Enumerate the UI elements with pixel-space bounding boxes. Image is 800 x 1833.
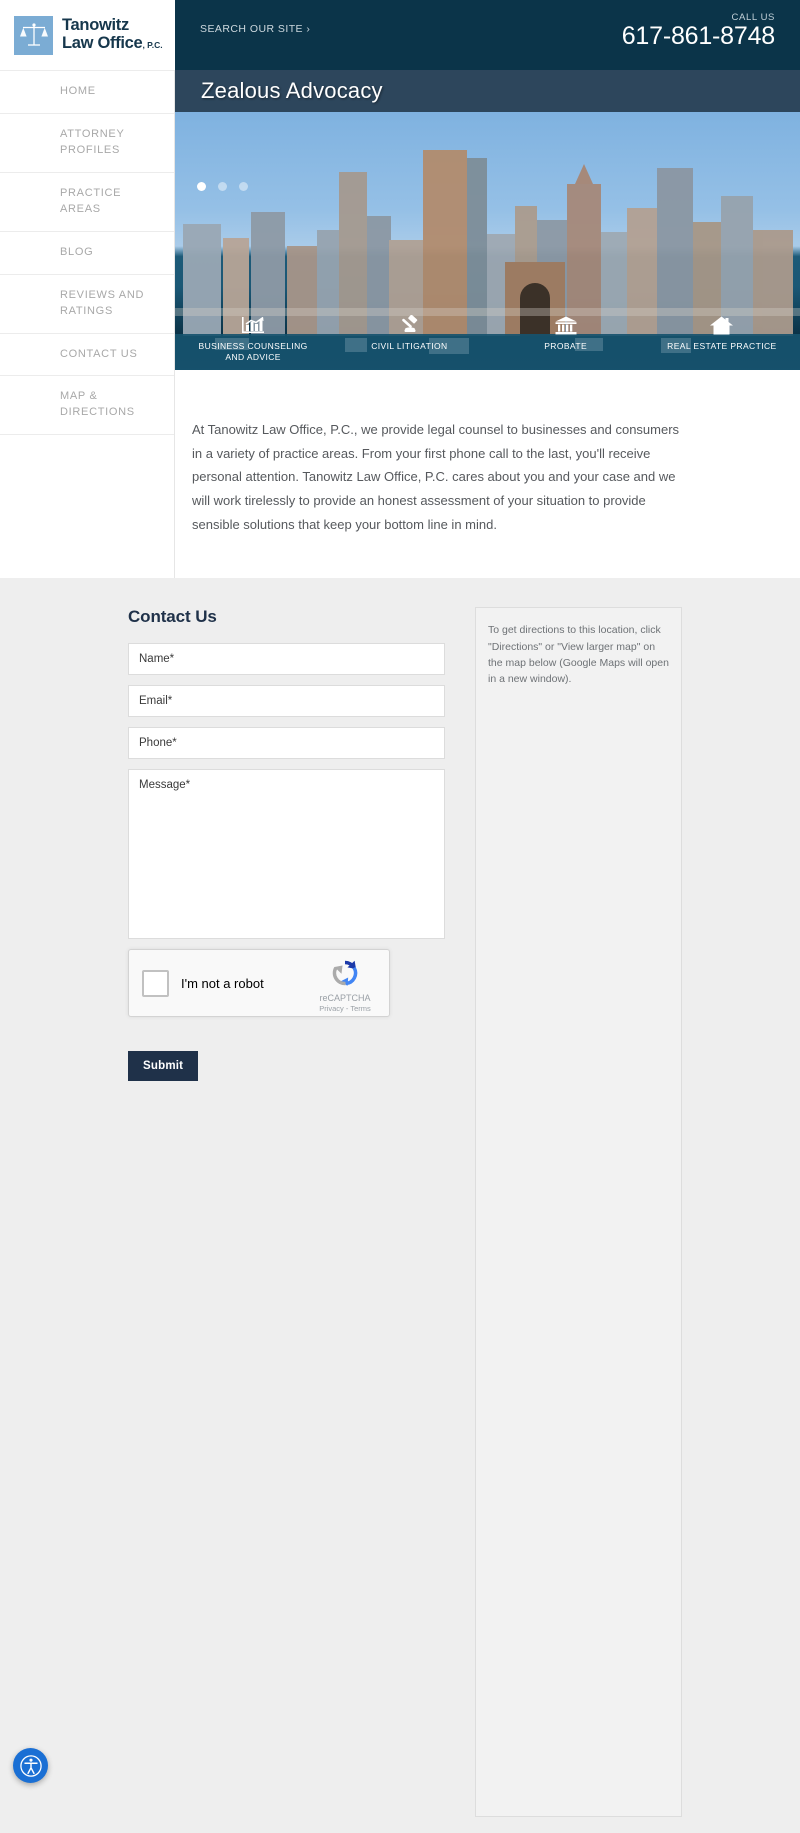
sidebar-item-label: PRACTICE AREAS (60, 186, 122, 215)
sidebar-item-label: BLOG (60, 245, 94, 258)
main-column: Zealous Advocacy BUSINESS COUNSELING AND… (175, 70, 800, 579)
practice-area-label: BUSINESS COUNSELING AND ADVICE (198, 341, 308, 363)
sidebar-item-home[interactable]: HOME (0, 70, 174, 114)
recaptcha-logo-icon (332, 961, 358, 986)
practice-area-label: CIVIL LITIGATION (371, 341, 448, 351)
sidebar-item-label: ATTORNEY PROFILES (60, 127, 125, 156)
contact-section: Contact Us I'm not a robot reCAPTCHA Pri… (0, 578, 800, 1833)
sidebar-item-label: MAP & DIRECTIONS (60, 390, 135, 419)
practice-area-label: PROBATE (544, 341, 588, 351)
directions-text: To get directions to this location, clic… (488, 624, 669, 686)
page-columns: HOME ATTORNEY PROFILES PRACTICE AREAS BL… (0, 70, 800, 579)
slider-dot-3[interactable] (239, 182, 248, 191)
sidebar-item-label: CONTACT US (60, 347, 138, 360)
practice-area-probate[interactable]: PROBATE (488, 310, 644, 370)
logo-line-2: Law Office (62, 34, 143, 52)
sidebar-item-label: REVIEWS AND RATINGS (60, 288, 145, 317)
sidebar-item-attorney-profiles[interactable]: ATTORNEY PROFILES (0, 114, 174, 173)
bar-chart-icon (242, 314, 265, 336)
recaptcha-branding: reCAPTCHA Privacy - Terms (312, 959, 378, 1013)
accessibility-button[interactable] (13, 1748, 48, 1783)
submit-button[interactable]: Submit (128, 1051, 199, 1082)
accessibility-icon (19, 1754, 42, 1777)
sidebar-item-blog[interactable]: BLOG (0, 232, 174, 275)
practice-area-civil-litigation[interactable]: CIVIL LITIGATION (331, 310, 487, 370)
slider-dot-2[interactable] (218, 182, 227, 191)
hero-title: Zealous Advocacy (201, 78, 383, 103)
name-field[interactable] (128, 643, 445, 676)
site-header: Tanowitz Law Office, P.C. SEARCH OUR SIT… (0, 0, 800, 70)
directions-box: To get directions to this location, clic… (475, 607, 682, 1818)
email-field[interactable] (128, 685, 445, 718)
hero-title-bar: Zealous Advocacy (175, 70, 800, 112)
logo-wordmark: Tanowitz Law Office, P.C. (62, 16, 163, 53)
recaptcha-widget[interactable]: I'm not a robot reCAPTCHA Privacy - Term… (128, 949, 390, 1018)
sidebar-item-contact-us[interactable]: CONTACT US (0, 334, 174, 377)
recaptcha-privacy-terms[interactable]: Privacy - Terms (312, 1004, 378, 1013)
sidebar-nav: HOME ATTORNEY PROFILES PRACTICE AREAS BL… (0, 70, 175, 579)
logo-line-1: Tanowitz (62, 16, 129, 35)
slider-dots[interactable] (197, 182, 248, 191)
practice-area-real-estate[interactable]: REAL ESTATE PRACTICE (644, 310, 800, 370)
search-site-link[interactable]: SEARCH OUR SITE › (200, 23, 310, 35)
practice-area-label: REAL ESTATE PRACTICE (667, 341, 777, 351)
sidebar-item-map-and-directions[interactable]: MAP & DIRECTIONS (0, 376, 174, 436)
contact-form-heading: Contact Us (128, 607, 217, 627)
logo-suffix: , P.C. (142, 40, 163, 50)
contact-form: Contact Us I'm not a robot reCAPTCHA Pri… (0, 579, 475, 1833)
logo[interactable]: Tanowitz Law Office, P.C. (0, 0, 175, 70)
sidebar-item-label: HOME (60, 85, 96, 97)
scales-of-justice-icon (14, 15, 53, 55)
recaptcha-checkbox[interactable] (142, 969, 169, 997)
hero-banner: Zealous Advocacy BUSINESS COUNSELING AND… (175, 70, 800, 370)
phone-link[interactable]: 617-861-8748 (622, 22, 775, 51)
recaptcha-brand-name: reCAPTCHA (319, 993, 371, 1004)
intro-section: At Tanowitz Law Office, P.C., we provide… (175, 370, 800, 579)
slider-dot-1[interactable] (197, 182, 206, 191)
sidebar-item-reviews-and-ratings[interactable]: REVIEWS AND RATINGS (0, 275, 174, 334)
practice-areas-bar: BUSINESS COUNSELING AND ADVICE CIVIL LIT… (175, 310, 800, 370)
sidebar-item-practice-areas[interactable]: PRACTICE AREAS (0, 173, 174, 232)
header-bar: SEARCH OUR SITE › CALL US 617-861-8748 (175, 0, 800, 70)
gavel-icon (398, 314, 420, 336)
house-icon (710, 314, 734, 336)
courthouse-icon (555, 314, 577, 336)
practice-area-business-counseling[interactable]: BUSINESS COUNSELING AND ADVICE (175, 310, 331, 370)
recaptcha-label: I'm not a robot (181, 975, 264, 991)
message-field[interactable] (128, 769, 445, 940)
directions-column: To get directions to this location, clic… (475, 579, 800, 1833)
intro-paragraph: At Tanowitz Law Office, P.C., we provide… (192, 422, 680, 532)
phone-field[interactable] (128, 727, 445, 760)
